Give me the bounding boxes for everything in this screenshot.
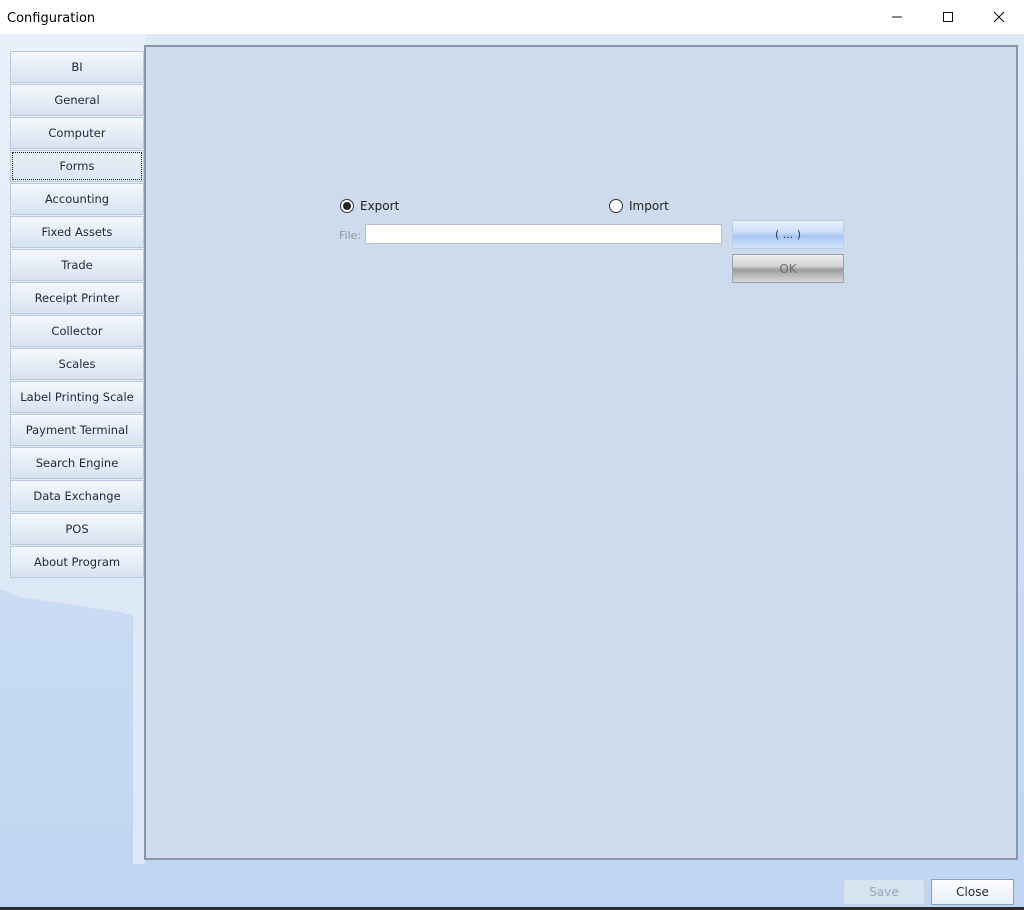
window-controls bbox=[871, 0, 1024, 34]
title-bar: Configuration bbox=[0, 0, 1024, 34]
import-radio-option[interactable]: Import bbox=[609, 199, 669, 213]
radio-selected-dot bbox=[343, 202, 351, 210]
nav-item-trade[interactable]: Trade bbox=[10, 249, 144, 281]
nav-item-label-printing-scale[interactable]: Label Printing Scale bbox=[10, 381, 144, 413]
nav-item-fixed-assets[interactable]: Fixed Assets bbox=[10, 216, 144, 248]
nav-item-search-engine[interactable]: Search Engine bbox=[10, 447, 144, 479]
ok-button[interactable]: OK bbox=[732, 254, 844, 283]
forms-content-panel: Export Import File: ( ... ) OK bbox=[144, 45, 1018, 860]
window-client-area: BI General Computer Forms Accounting Fix… bbox=[0, 34, 1024, 910]
export-label: Export bbox=[360, 199, 400, 213]
close-window-button[interactable] bbox=[973, 0, 1024, 34]
nav-item-data-exchange[interactable]: Data Exchange bbox=[10, 480, 144, 512]
nav-item-forms[interactable]: Forms bbox=[10, 150, 144, 182]
nav-item-bi[interactable]: BI bbox=[10, 51, 144, 83]
save-button[interactable]: Save bbox=[843, 879, 925, 905]
nav-item-general[interactable]: General bbox=[10, 84, 144, 116]
nav-item-computer[interactable]: Computer bbox=[10, 117, 144, 149]
minimize-button[interactable] bbox=[871, 0, 922, 34]
import-radio[interactable] bbox=[609, 199, 623, 213]
export-radio[interactable] bbox=[340, 199, 354, 213]
import-label: Import bbox=[629, 199, 669, 213]
file-label: File: bbox=[339, 229, 362, 242]
export-radio-option[interactable]: Export bbox=[340, 199, 399, 213]
nav-item-pos[interactable]: POS bbox=[10, 513, 144, 545]
maximize-button[interactable] bbox=[922, 0, 973, 34]
nav-item-scales[interactable]: Scales bbox=[10, 348, 144, 380]
maximize-icon bbox=[942, 12, 953, 22]
nav-item-accounting[interactable]: Accounting bbox=[10, 183, 144, 215]
file-path-input[interactable] bbox=[365, 224, 722, 244]
window-title: Configuration bbox=[7, 10, 96, 26]
nav-item-about-program[interactable]: About Program bbox=[10, 546, 144, 578]
config-nav: BI General Computer Forms Accounting Fix… bbox=[10, 51, 144, 579]
nav-item-payment-terminal[interactable]: Payment Terminal bbox=[10, 414, 144, 446]
minimize-icon bbox=[891, 16, 902, 18]
nav-item-receipt-printer[interactable]: Receipt Printer bbox=[10, 282, 144, 314]
nav-item-collector[interactable]: Collector bbox=[10, 315, 144, 347]
browse-button[interactable]: ( ... ) bbox=[732, 220, 844, 249]
close-icon bbox=[993, 11, 1004, 23]
close-button[interactable]: Close bbox=[931, 879, 1014, 905]
